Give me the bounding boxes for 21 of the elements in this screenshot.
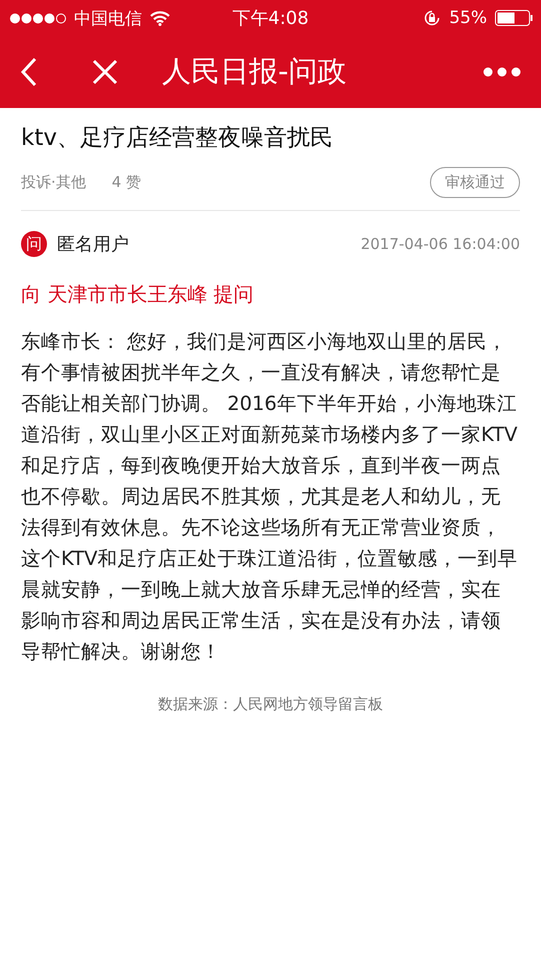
back-icon[interactable] bbox=[20, 57, 38, 87]
like-count: 4 赞 bbox=[112, 173, 142, 192]
post-date: 2017-04-06 16:04:00 bbox=[360, 235, 520, 253]
rotation-lock-icon bbox=[423, 9, 442, 27]
category: 投诉·其他 bbox=[21, 173, 86, 192]
close-icon[interactable] bbox=[92, 59, 118, 85]
signal-icon bbox=[10, 12, 66, 24]
article-title: ktv、足疗店经营整夜噪音扰民 bbox=[21, 124, 334, 153]
battery-icon bbox=[495, 10, 533, 26]
battery-percent: 55% bbox=[449, 8, 487, 28]
wifi-icon bbox=[150, 10, 170, 26]
status-time: 下午4:08 bbox=[232, 7, 309, 30]
author-badge: 问 bbox=[21, 231, 47, 257]
carrier: 中国电信 bbox=[74, 8, 142, 30]
author-name: 匿名用户 bbox=[57, 233, 129, 256]
more-icon[interactable] bbox=[483, 67, 521, 77]
page-title: 人民日报-问政 bbox=[162, 53, 348, 90]
recipient-line: 向 天津市市长王东峰 提问 bbox=[21, 281, 255, 308]
message-body: 东峰市长： 您好，我们是河西区小海地双山里的居民，有个事情被困扰半年之久，一直没有解决，请您帮忙是否能让相关部门协调。 2016年下半年开始，小海地珠江道沿街，双山里小区正对面新苑菜市场楼内多了一家KTV和足疗店，每到夜晚便开始大放音乐，直到半夜一两点也不停歇。周边居民不胜其烦，尤其是老人和幼儿，无法得到有效休息。先不论这些场所有无正常营业资质，这个KTV和足疗店正处于珠江道沿街，位置敏感，一到早晨就安静，一到晚上就大放音乐肆无忌惮的经营，实在影响市容和周边居民正常生活，实在是没有办法，请领导帮忙解决。谢谢您！ bbox=[21, 329, 519, 665]
source-note: 数据来源：人民网地方领导留言板 bbox=[157, 695, 384, 714]
status-tag: 审核通过 bbox=[430, 167, 520, 198]
